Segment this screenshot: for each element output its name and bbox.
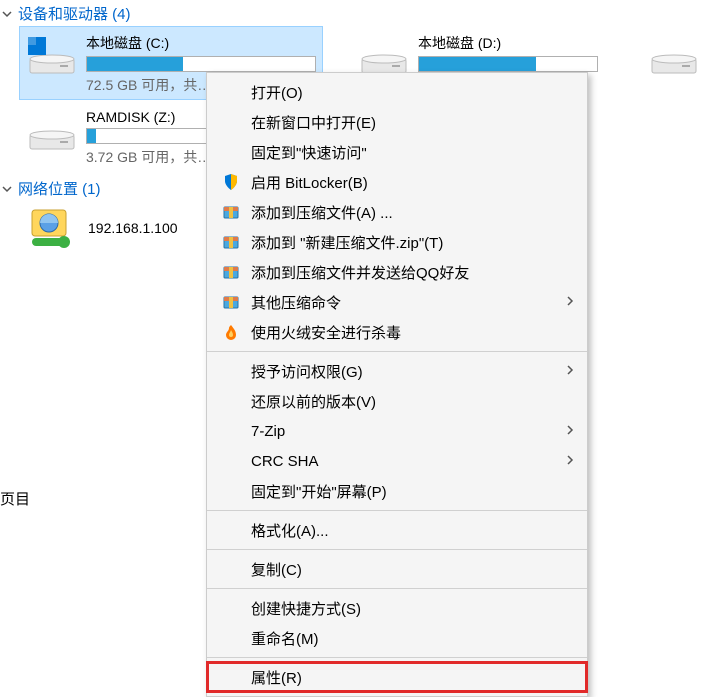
network-item-label: 192.168.1.100 bbox=[88, 220, 178, 236]
chevron-right-icon bbox=[565, 424, 575, 438]
menu-item[interactable]: 固定到"快速访问" bbox=[207, 137, 587, 167]
menu-separator bbox=[207, 549, 587, 550]
network-share-icon bbox=[26, 206, 78, 250]
menu-item[interactable]: 添加到 "新建压缩文件.zip"(T) bbox=[207, 227, 587, 257]
menu-item[interactable]: 还原以前的版本(V) bbox=[207, 386, 587, 416]
chevron-down-icon bbox=[0, 7, 14, 21]
menu-item[interactable]: 在新窗口中打开(E) bbox=[207, 107, 587, 137]
drive-icon bbox=[26, 107, 78, 155]
context-menu: 打开(O) 在新窗口中打开(E) 固定到"快速访问" 启用 BitLocker(B) 添… bbox=[206, 72, 588, 697]
menu-item[interactable]: 7-Zip bbox=[207, 416, 587, 446]
menu-item-label: 在新窗口中打开(E) bbox=[251, 112, 575, 133]
menu-icon-spacer bbox=[221, 361, 241, 381]
archive-icon bbox=[221, 292, 241, 312]
drive-name: 本地磁盘 (D:) bbox=[418, 33, 606, 53]
chevron-right-icon bbox=[565, 364, 575, 378]
menu-icon-spacer bbox=[221, 82, 241, 102]
menu-item-label: 添加到 "新建压缩文件.zip"(T) bbox=[251, 232, 575, 253]
drive-item-partial[interactable] bbox=[642, 27, 706, 99]
menu-item[interactable]: 打开(O) bbox=[207, 77, 587, 107]
menu-icon-spacer bbox=[221, 142, 241, 162]
menu-item[interactable]: 重命名(M) bbox=[207, 623, 587, 653]
menu-item[interactable]: 复制(C) bbox=[207, 554, 587, 584]
drive-usage-bar bbox=[418, 56, 598, 72]
archive-icon bbox=[221, 202, 241, 222]
menu-item-label: 7-Zip bbox=[251, 423, 565, 440]
menu-icon-spacer bbox=[221, 421, 241, 441]
menu-item[interactable]: 固定到"开始"屏幕(P) bbox=[207, 476, 587, 506]
menu-item-label: 打开(O) bbox=[251, 82, 575, 103]
menu-icon-spacer bbox=[221, 520, 241, 540]
menu-item[interactable]: CRC SHA bbox=[207, 446, 587, 476]
section-devices-label: 设备和驱动器 (4) bbox=[18, 3, 131, 24]
menu-item[interactable]: 创建快捷方式(S) bbox=[207, 593, 587, 623]
menu-item[interactable]: 授予访问权限(G) bbox=[207, 356, 587, 386]
chevron-down-icon bbox=[0, 182, 14, 196]
menu-icon-spacer bbox=[221, 628, 241, 648]
shield-icon bbox=[221, 172, 241, 192]
menu-item-label: 复制(C) bbox=[251, 559, 575, 580]
menu-item-label: CRC SHA bbox=[251, 453, 565, 470]
section-network-label: 网络位置 (1) bbox=[18, 178, 101, 199]
menu-icon-spacer bbox=[221, 451, 241, 471]
menu-item[interactable]: 使用火绒安全进行杀毒 bbox=[207, 317, 587, 347]
drive-usage-bar bbox=[86, 56, 316, 72]
menu-item[interactable]: 添加到压缩文件并发送给QQ好友 bbox=[207, 257, 587, 287]
menu-icon-spacer bbox=[221, 112, 241, 132]
menu-item-label: 固定到"开始"屏幕(P) bbox=[251, 481, 575, 502]
menu-item-label: 固定到"快速访问" bbox=[251, 142, 575, 163]
menu-item-label: 添加到压缩文件(A) ... bbox=[251, 202, 575, 223]
menu-item-label: 属性(R) bbox=[251, 667, 575, 688]
side-label: 页目 bbox=[0, 488, 30, 509]
archive-icon bbox=[221, 262, 241, 282]
menu-icon-spacer bbox=[221, 667, 241, 687]
menu-item-label: 其他压缩命令 bbox=[251, 292, 565, 313]
menu-separator bbox=[207, 588, 587, 589]
menu-item-label: 授予访问权限(G) bbox=[251, 361, 565, 382]
menu-item-label: 重命名(M) bbox=[251, 628, 575, 649]
menu-icon-spacer bbox=[221, 391, 241, 411]
archive-icon bbox=[221, 232, 241, 252]
section-devices-header[interactable]: 设备和驱动器 (4) bbox=[0, 0, 728, 27]
menu-icon-spacer bbox=[221, 481, 241, 501]
menu-icon-spacer bbox=[221, 598, 241, 618]
menu-item-label: 添加到压缩文件并发送给QQ好友 bbox=[251, 262, 575, 283]
menu-separator bbox=[207, 351, 587, 352]
menu-item-label: 使用火绒安全进行杀毒 bbox=[251, 322, 575, 343]
menu-item-label: 启用 BitLocker(B) bbox=[251, 172, 575, 193]
drive-name: 本地磁盘 (C:) bbox=[86, 33, 316, 53]
menu-item-label: 格式化(A)... bbox=[251, 520, 575, 541]
menu-item-label: 创建快捷方式(S) bbox=[251, 598, 575, 619]
chevron-right-icon bbox=[565, 454, 575, 468]
drive-icon bbox=[648, 31, 700, 79]
chevron-right-icon bbox=[565, 295, 575, 309]
menu-item[interactable]: 属性(R) bbox=[207, 662, 587, 692]
drive-icon bbox=[26, 31, 78, 79]
flame-icon bbox=[221, 322, 241, 342]
menu-item[interactable]: 其他压缩命令 bbox=[207, 287, 587, 317]
menu-item[interactable]: 添加到压缩文件(A) ... bbox=[207, 197, 587, 227]
menu-item-label: 还原以前的版本(V) bbox=[251, 391, 575, 412]
menu-item[interactable]: 格式化(A)... bbox=[207, 515, 587, 545]
menu-separator bbox=[207, 510, 587, 511]
menu-icon-spacer bbox=[221, 559, 241, 579]
menu-separator bbox=[207, 657, 587, 658]
menu-item[interactable]: 启用 BitLocker(B) bbox=[207, 167, 587, 197]
